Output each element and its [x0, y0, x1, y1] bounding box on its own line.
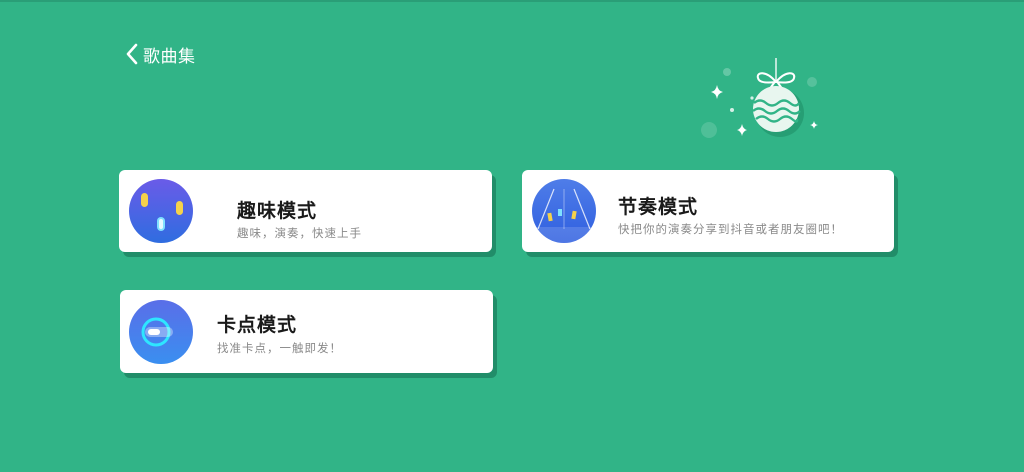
fun-mode-title: 趣味模式 — [237, 200, 318, 222]
beat-mode-card[interactable]: 卡点模式 找准卡点，一触即发！ — [120, 290, 493, 373]
rhythm-mode-icon — [532, 179, 596, 243]
christmas-ornament-icon — [701, 58, 818, 138]
rhythm-mode-card[interactable]: 节奏模式 快把你的演奏分享到抖音或者朋友圈吧！ — [522, 170, 894, 252]
back-button[interactable]: 歌曲集 — [124, 40, 196, 68]
fun-mode-subtitle: 趣味，演奏，快速上手 — [237, 226, 362, 240]
beat-mode-subtitle: 找准卡点，一触即发！ — [217, 341, 342, 355]
top-border — [0, 0, 1024, 2]
rhythm-mode-title: 节奏模式 — [618, 196, 699, 218]
rhythm-mode-subtitle: 快把你的演奏分享到抖音或者朋友圈吧！ — [618, 222, 843, 236]
back-label: 歌曲集 — [143, 46, 196, 67]
fun-mode-card[interactable]: 趣味模式 趣味，演奏，快速上手 — [119, 170, 492, 252]
fun-mode-icon — [129, 179, 193, 243]
beat-mode-icon — [129, 300, 193, 364]
beat-mode-title: 卡点模式 — [217, 314, 298, 336]
chevron-left-icon — [126, 43, 138, 65]
